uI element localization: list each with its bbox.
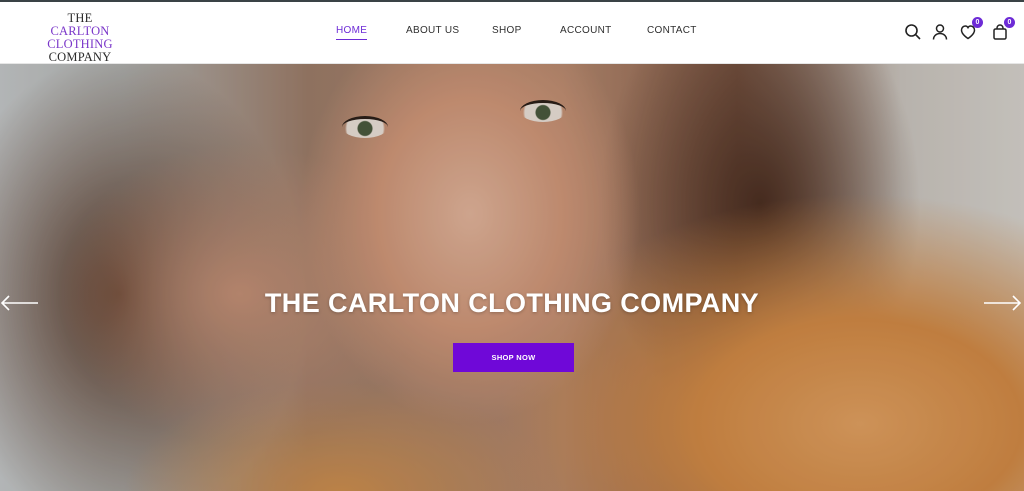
shop-now-button[interactable]: SHOP NOW <box>453 343 574 372</box>
hero-slider: THE CARLTON CLOTHING COMPANY SHOP NOW <box>0 64 1024 491</box>
heart-icon[interactable]: 0 <box>959 17 983 41</box>
nav-home[interactable]: HOME <box>336 25 368 40</box>
wishlist-count-badge: 0 <box>972 17 983 28</box>
cart-count-badge: 0 <box>1004 17 1015 28</box>
nav-contact[interactable]: CONTACT <box>647 25 697 36</box>
header-icons: 0 0 <box>884 2 1024 64</box>
hero-title: THE CARLTON CLOTHING COMPANY <box>264 288 760 318</box>
hero-image-overlay <box>0 64 1024 491</box>
main-nav: HOME ABOUT US SHOP ACCOUNT CONTACT <box>0 2 1024 64</box>
user-icon[interactable] <box>931 23 949 41</box>
site-header: THE CARLTON CLOTHING COMPANY HOME ABOUT … <box>0 2 1024 64</box>
bag-icon[interactable]: 0 <box>991 17 1015 41</box>
nav-account[interactable]: ACCOUNT <box>560 25 612 36</box>
nav-shop[interactable]: SHOP <box>492 25 522 36</box>
nav-about-us[interactable]: ABOUT US <box>406 25 459 36</box>
search-icon[interactable] <box>904 23 922 41</box>
